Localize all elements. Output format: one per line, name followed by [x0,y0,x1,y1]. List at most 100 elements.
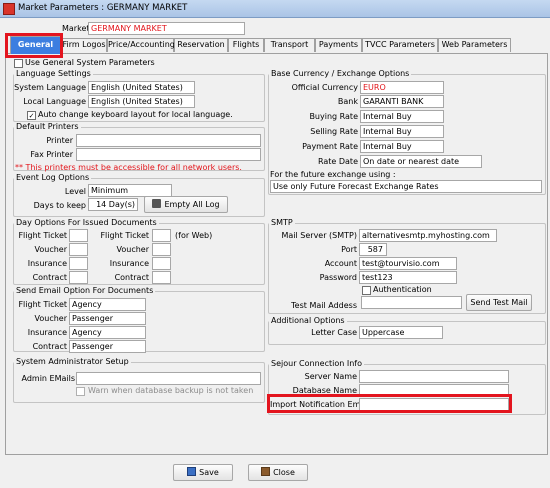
email-voucher-select[interactable]: Passenger [69,312,146,325]
account-field[interactable]: test@tourvisio.com [359,257,457,270]
password-label: Password [319,273,357,282]
system-language-select[interactable]: English (United States) [88,81,195,94]
account-label: Account [324,259,357,268]
future-exchange-select[interactable]: Use only Future Forecast Exchange Rates [270,180,542,193]
authentication-label: Authentication [373,285,432,294]
local-language-label: Local Language [23,97,86,106]
tab-flights[interactable]: Flights [228,38,264,52]
days-to-keep-field[interactable]: 14 Day(s) [88,198,138,211]
close-label: Close [273,468,295,477]
email-flight-label: Flight Ticket [18,300,67,309]
printer-select[interactable] [76,134,261,147]
email-contract-select[interactable]: Passenger [69,340,146,353]
title-bar: Market Parameters : GERMANY MARKET [0,0,550,18]
selling-rate-label: Selling Rate [310,127,358,136]
mail-server-label: Mail Server (SMTP) [281,231,357,240]
local-language-select[interactable]: English (United States) [88,95,195,108]
disk-icon [187,467,197,476]
email-contract-label: Contract [32,342,67,351]
day-right-flight-label: Flight Ticket [100,231,149,240]
tab-reservation[interactable]: Reservation [174,38,228,52]
day-options-title: Day Options For Issued Documents [14,218,159,228]
day-left-contract-field[interactable] [69,271,88,284]
day-left-voucher-field[interactable] [69,243,88,256]
window-title: Market Parameters : GERMANY MARKET [18,3,188,13]
empty-all-log-label: Empty All Log [164,200,220,209]
email-flight-select[interactable]: Agency [69,298,146,311]
tab-web-parameters[interactable]: Web Parameters [438,38,511,52]
empty-all-log-button[interactable]: Empty All Log [144,196,228,213]
language-settings-title: Language Settings [14,69,93,79]
letter-case-select[interactable]: Uppercase [359,326,443,339]
day-left-voucher-label: Voucher [34,245,68,254]
highlight-box-import [267,394,512,413]
day-right-voucher-label: Voucher [116,245,150,254]
server-name-field[interactable] [359,370,509,383]
tab-payments[interactable]: Payments [315,38,362,52]
test-mail-field[interactable] [361,296,462,309]
day-right-contract-field[interactable] [152,271,171,284]
default-printers-title: Default Printers [14,122,81,132]
warn-backup-label: Warn when database backup is not taken [88,386,254,395]
day-right-insurance-field[interactable] [152,257,171,270]
additional-options-title: Additional Options [269,316,347,326]
tab-firm-logos[interactable]: Firm Logos [61,38,107,52]
email-insurance-label: Insurance [27,328,67,337]
sejour-title: Sejour Connection Info [269,359,364,369]
server-name-label: Server Name [304,372,357,381]
tab-tvcc-parameters[interactable]: TVCC Parameters [362,38,438,52]
save-label: Save [199,468,219,477]
warn-backup-checkbox[interactable] [76,387,85,396]
save-button[interactable]: Save [173,464,233,481]
system-language-label: System Language [14,83,86,92]
app-icon [3,3,15,15]
buying-rate-label: Buying Rate [309,112,358,121]
port-field[interactable]: 587 [359,243,387,256]
use-general-label: Use General System Parameters [25,58,155,67]
authentication-checkbox[interactable] [362,286,371,295]
bank-select[interactable]: GARANTI BANK [360,95,444,108]
day-right-flight-field[interactable] [152,229,171,242]
buying-rate-select[interactable]: Internal Buy [360,110,444,123]
rate-date-label: Rate Date [317,157,358,166]
sysadmin-title: System Administrator Setup [14,357,131,367]
for-web-label: (for Web) [175,231,213,240]
smtp-title: SMTP [269,218,295,228]
currency-title: Base Currency / Exchange Options [269,69,412,79]
payment-rate-select[interactable]: Internal Buy [360,140,444,153]
level-label: Level [64,187,86,196]
market-field[interactable]: GERMANY MARKET [88,22,245,35]
auto-keyboard-checkbox[interactable]: ✓ [27,111,36,120]
door-icon [261,467,271,476]
day-left-contract-label: Contract [32,273,67,282]
market-label: Market [62,24,90,33]
event-log-title: Event Log Options [14,173,92,183]
days-to-keep-label: Days to keep [33,201,86,210]
day-left-insurance-field[interactable] [69,257,88,270]
trash-icon [152,199,162,208]
admin-emails-label: Admin EMails [21,374,75,383]
day-left-insurance-label: Insurance [27,259,67,268]
auto-keyboard-label: Auto change keyboard layout for local la… [38,110,233,119]
bank-label: Bank [337,97,358,106]
send-test-mail-button[interactable]: Send Test Mail [466,294,532,311]
use-general-checkbox[interactable] [14,59,23,68]
email-insurance-select[interactable]: Agency [69,326,146,339]
day-right-voucher-field[interactable] [152,243,171,256]
letter-case-label: Letter Case [311,328,357,337]
tab-transport[interactable]: Transport [264,38,315,52]
port-label: Port [341,245,357,254]
fax-printer-select[interactable] [76,148,261,161]
rate-date-select[interactable]: On date or nearest date [360,155,482,168]
close-button[interactable]: Close [248,464,308,481]
password-field[interactable]: test123 [359,271,457,284]
day-left-flight-field[interactable] [69,229,88,242]
tab-price-accounting[interactable]: Price/Accounting [107,38,175,52]
admin-emails-field[interactable] [76,372,261,385]
official-currency-select[interactable]: EURO [360,81,444,94]
day-right-contract-label: Contract [114,273,149,282]
send-email-title: Send Email Option For Documents [14,286,156,296]
fax-printer-label: Fax Printer [30,150,73,159]
mail-server-field[interactable]: alternativesmtp.myhosting.com [359,229,497,242]
selling-rate-select[interactable]: Internal Buy [360,125,444,138]
